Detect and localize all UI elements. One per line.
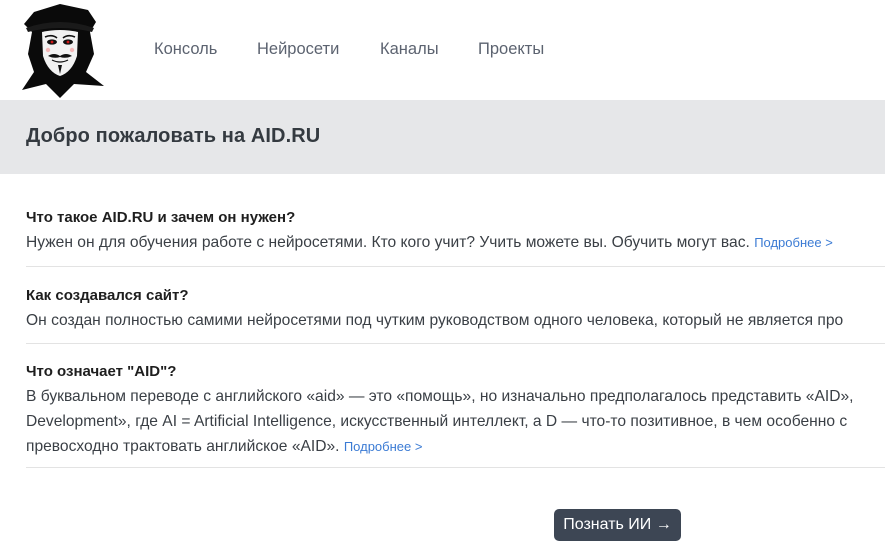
faq-question: Что такое AID.RU и зачем он нужен?	[26, 209, 296, 226]
faq-question: Как создавался сайт?	[26, 287, 189, 304]
learn-ai-button[interactable]: Познать ИИ →	[554, 509, 681, 541]
faq-item: Что означает "AID"? В буквальном перевод…	[26, 361, 885, 459]
faq-answer: Он создан полностью самими нейросетями п…	[26, 308, 885, 333]
faq-answer-line: Development», где AI = Artificial Intell…	[26, 413, 848, 430]
divider	[26, 266, 885, 267]
welcome-banner: Добро пожаловать на AID.RU	[0, 100, 885, 174]
nav-item-projects[interactable]: Проекты	[478, 40, 544, 59]
logo[interactable]	[14, 2, 106, 98]
faq-answer: Нужен он для обучения работе с нейросетя…	[26, 230, 885, 255]
faq-item: Что такое AID.RU и зачем он нужен? Нужен…	[26, 207, 885, 255]
site-header: Консоль Нейросети Каналы Проекты	[0, 0, 885, 100]
faq-question: Что означает "AID"?	[26, 363, 177, 380]
divider	[26, 467, 885, 468]
faq-item: Как создавался сайт? Он создан полностью…	[26, 285, 885, 333]
more-link[interactable]: Подробнее >	[344, 439, 423, 454]
faq-answer: В буквальном переводе с английского «aid…	[26, 384, 885, 459]
page-title: Добро пожаловать на AID.RU	[26, 125, 321, 147]
faq-answer-line: Нужен он для обучения работе с нейросетя…	[26, 234, 755, 251]
nav-item-console[interactable]: Консоль	[154, 40, 217, 59]
guy-fawkes-mask-logo-icon	[22, 4, 104, 98]
nav-item-channels[interactable]: Каналы	[380, 40, 439, 59]
faq-answer-line: В буквальном переводе с английского «aid…	[26, 388, 854, 405]
nav-item-neural-networks[interactable]: Нейросети	[257, 40, 339, 59]
faq-answer-line: превосходно трактовать английское «AID».	[26, 438, 344, 455]
divider	[26, 343, 885, 344]
more-link[interactable]: Подробнее >	[754, 235, 833, 250]
faq-answer-line: Он создан полностью самими нейросетями п…	[26, 312, 844, 329]
